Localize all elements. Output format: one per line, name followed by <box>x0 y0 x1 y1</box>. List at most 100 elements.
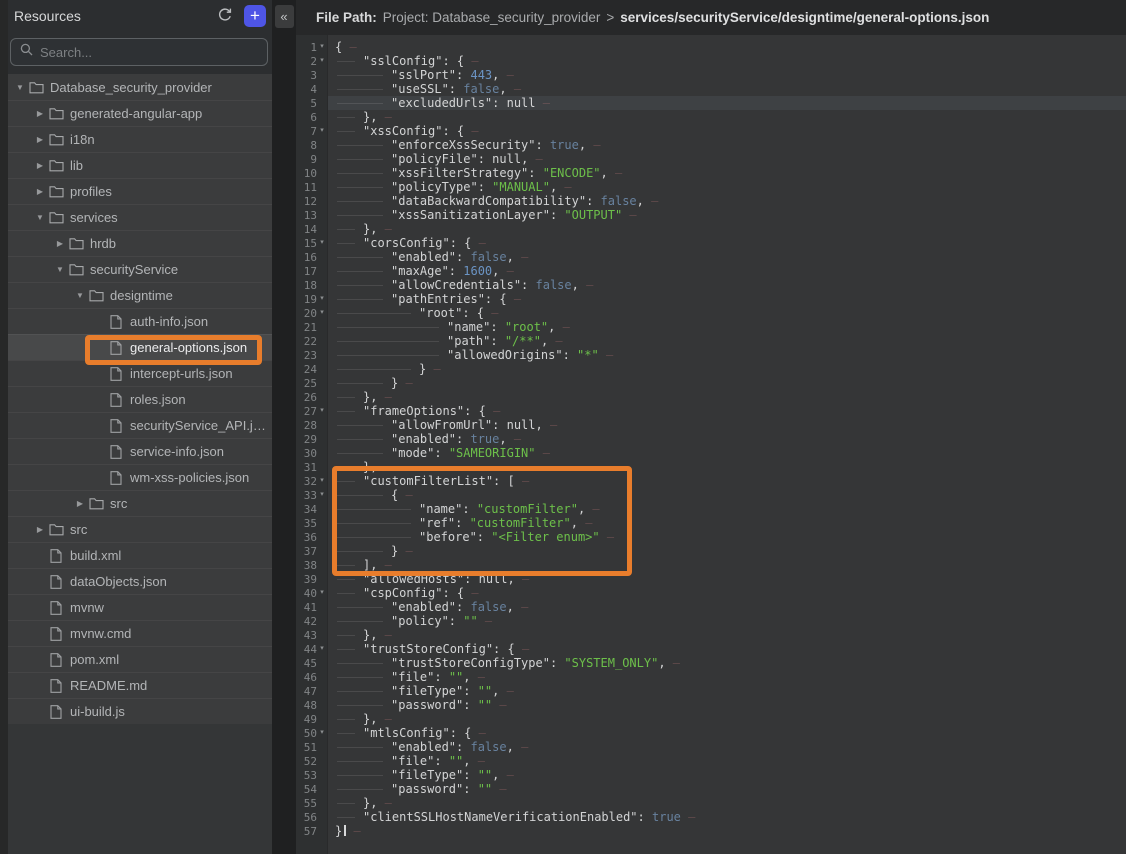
code-line-56[interactable]: "clientSSLHostNameVerificationEnabled": … <box>328 810 1126 824</box>
chevron-right-icon[interactable]: ▶ <box>32 135 48 144</box>
tree-item-mvnw.cmd[interactable]: mvnw.cmd <box>8 620 272 646</box>
chevron-right-icon[interactable]: ▶ <box>32 525 48 534</box>
code-line-7[interactable]: "xssConfig": { – <box>328 124 1126 138</box>
code-line-43[interactable]: }, – <box>328 628 1126 642</box>
tree-item-i18n[interactable]: ▶i18n <box>8 126 272 152</box>
code-line-30[interactable]: "mode": "SAMEORIGIN" – <box>328 446 1126 460</box>
code-line-13[interactable]: "xssSanitizationLayer": "OUTPUT" – <box>328 208 1126 222</box>
tree-item-ui-build.js[interactable]: ui-build.js <box>8 698 272 724</box>
code-line-14[interactable]: }, – <box>328 222 1126 236</box>
code-line-8[interactable]: "enforceXssSecurity": true, – <box>328 138 1126 152</box>
tree-item-general-options.json[interactable]: general-options.json <box>8 334 272 360</box>
code-line-20[interactable]: "root": { – <box>328 306 1126 320</box>
tree-item-readme.md[interactable]: README.md <box>8 672 272 698</box>
refresh-button[interactable] <box>215 6 235 26</box>
tree-item-lib[interactable]: ▶lib <box>8 152 272 178</box>
code-line-32[interactable]: "customFilterList": [ – <box>328 474 1126 488</box>
code-line-36[interactable]: "before": "<Filter enum>" – <box>328 530 1126 544</box>
code-line-25[interactable]: } – <box>328 376 1126 390</box>
tree-item-designtime[interactable]: ▼designtime <box>8 282 272 308</box>
code-line-4[interactable]: "useSSL": false, – <box>328 82 1126 96</box>
tree-item-services[interactable]: ▼services <box>8 204 272 230</box>
code-pane[interactable]: { – "sslConfig": { –"sslPort": 443, –"use… <box>328 35 1126 854</box>
tree-item-intercept-urls.json[interactable]: intercept-urls.json <box>8 360 272 386</box>
chevron-down-icon[interactable]: ▼ <box>12 83 28 92</box>
code-line-21[interactable]: "name": "root", – <box>328 320 1126 334</box>
code-line-17[interactable]: "maxAge": 1600, – <box>328 264 1126 278</box>
code-line-38[interactable]: ], – <box>328 558 1126 572</box>
code-line-31[interactable]: }, – <box>328 460 1126 474</box>
code-line-57[interactable]: } – <box>328 824 1126 838</box>
tree-item-roles.json[interactable]: roles.json <box>8 386 272 412</box>
fold-icon[interactable]: ▾ <box>317 404 327 418</box>
code-line-48[interactable]: "password": "" – <box>328 698 1126 712</box>
code-line-33[interactable]: { – <box>328 488 1126 502</box>
code-line-22[interactable]: "path": "/**", – <box>328 334 1126 348</box>
code-line-51[interactable]: "enabled": false, – <box>328 740 1126 754</box>
code-line-41[interactable]: "enabled": false, – <box>328 600 1126 614</box>
code-line-28[interactable]: "allowFromUrl": null, – <box>328 418 1126 432</box>
code-line-40[interactable]: "cspConfig": { – <box>328 586 1126 600</box>
code-line-11[interactable]: "policyType": "MANUAL", – <box>328 180 1126 194</box>
code-line-54[interactable]: "password": "" – <box>328 782 1126 796</box>
tree-item-mvnw[interactable]: mvnw <box>8 594 272 620</box>
code-line-6[interactable]: }, – <box>328 110 1126 124</box>
chevron-right-icon[interactable]: ▶ <box>72 499 88 508</box>
code-line-45[interactable]: "trustStoreConfigType": "SYSTEM_ONLY", – <box>328 656 1126 670</box>
tree-item-src[interactable]: ▶src <box>8 490 272 516</box>
code-line-2[interactable]: "sslConfig": { – <box>328 54 1126 68</box>
fold-icon[interactable]: ▾ <box>317 726 327 740</box>
chevron-down-icon[interactable]: ▼ <box>72 291 88 300</box>
code-line-49[interactable]: }, – <box>328 712 1126 726</box>
code-line-53[interactable]: "fileType": "", – <box>328 768 1126 782</box>
tree-item-auth-info.json[interactable]: auth-info.json <box>8 308 272 334</box>
code-line-15[interactable]: "corsConfig": { – <box>328 236 1126 250</box>
code-line-47[interactable]: "fileType": "", – <box>328 684 1126 698</box>
code-line-24[interactable]: } – <box>328 362 1126 376</box>
code-line-46[interactable]: "file": "", – <box>328 670 1126 684</box>
fold-icon[interactable]: ▾ <box>317 236 327 250</box>
add-resource-button[interactable]: + <box>244 5 266 27</box>
code-line-50[interactable]: "mtlsConfig": { – <box>328 726 1126 740</box>
code-line-26[interactable]: }, – <box>328 390 1126 404</box>
fold-icon[interactable]: ▾ <box>317 124 327 138</box>
code-line-35[interactable]: "ref": "customFilter", – <box>328 516 1126 530</box>
tree-item-securityservice[interactable]: ▼securityService <box>8 256 272 282</box>
code-line-37[interactable]: } – <box>328 544 1126 558</box>
tree-item-pom.xml[interactable]: pom.xml <box>8 646 272 672</box>
code-line-9[interactable]: "policyFile": null, – <box>328 152 1126 166</box>
fold-icon[interactable]: ▾ <box>317 474 327 488</box>
code-line-5[interactable]: "excludedUrls": null – <box>328 96 1126 110</box>
tree-item-dataobjects.json[interactable]: dataObjects.json <box>8 568 272 594</box>
code-line-23[interactable]: "allowedOrigins": "*" – <box>328 348 1126 362</box>
fold-icon[interactable]: ▾ <box>317 40 327 54</box>
fold-icon[interactable]: ▾ <box>317 54 327 68</box>
fold-icon[interactable]: ▾ <box>317 642 327 656</box>
tree-item-securityservice-api.json[interactable]: securityService_API.json <box>8 412 272 438</box>
search-box[interactable] <box>10 38 268 66</box>
code-line-52[interactable]: "file": "", – <box>328 754 1126 768</box>
tree-item-wm-xss-policies.json[interactable]: wm-xss-policies.json <box>8 464 272 490</box>
tree-item-service-info.json[interactable]: service-info.json <box>8 438 272 464</box>
code-line-16[interactable]: "enabled": false, – <box>328 250 1126 264</box>
code-line-12[interactable]: "dataBackwardCompatibility": false, – <box>328 194 1126 208</box>
tree-item-src[interactable]: ▶src <box>8 516 272 542</box>
chevron-right-icon[interactable]: ▶ <box>32 109 48 118</box>
code-line-29[interactable]: "enabled": true, – <box>328 432 1126 446</box>
chevron-down-icon[interactable]: ▼ <box>52 265 68 274</box>
chevron-right-icon[interactable]: ▶ <box>52 239 68 248</box>
code-line-3[interactable]: "sslPort": 443, – <box>328 68 1126 82</box>
fold-icon[interactable]: ▾ <box>317 306 327 320</box>
collapse-panel-button[interactable]: « <box>275 5 294 28</box>
code-line-18[interactable]: "allowCredentials": false, – <box>328 278 1126 292</box>
code-line-19[interactable]: "pathEntries": { – <box>328 292 1126 306</box>
tree-item-build.xml[interactable]: build.xml <box>8 542 272 568</box>
chevron-right-icon[interactable]: ▶ <box>32 161 48 170</box>
code-line-34[interactable]: "name": "customFilter", – <box>328 502 1126 516</box>
search-input[interactable] <box>40 45 258 60</box>
code-line-10[interactable]: "xssFilterStrategy": "ENCODE", – <box>328 166 1126 180</box>
code-line-55[interactable]: }, – <box>328 796 1126 810</box>
code-line-44[interactable]: "trustStoreConfig": { – <box>328 642 1126 656</box>
tree-item-database-security-provider[interactable]: ▼Database_security_provider <box>8 74 272 100</box>
chevron-down-icon[interactable]: ▼ <box>32 213 48 222</box>
